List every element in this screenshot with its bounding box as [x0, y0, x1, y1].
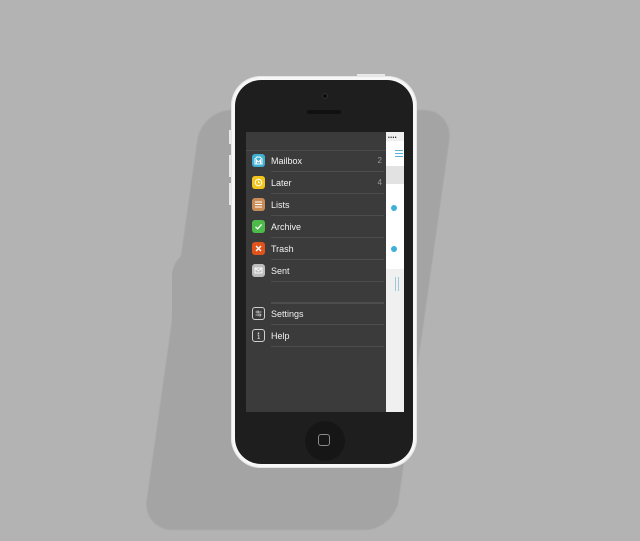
- side-button: [229, 155, 231, 177]
- sidebar-item-sent[interactable]: Sent: [250, 260, 386, 282]
- sidebar-item-label: Settings: [271, 308, 304, 319]
- sidebar-item-settings[interactable]: Settings: [250, 303, 386, 325]
- sidebar-spacer-row: [250, 282, 386, 304]
- sidebar-item-label: Archive: [271, 221, 302, 232]
- sidebar-item-label: Later: [271, 177, 292, 188]
- divider: [395, 277, 396, 291]
- side-button: [229, 130, 231, 144]
- sidebar-item-mailbox[interactable]: Mailbox 2: [250, 150, 386, 172]
- divider: [398, 277, 399, 291]
- clock-icon: [252, 176, 265, 189]
- sidebar-item-help[interactable]: Help: [250, 325, 386, 347]
- unread-dot-icon: [391, 205, 397, 211]
- sidebar-item-label: Trash: [271, 243, 294, 254]
- list-icon: [252, 198, 265, 211]
- sidebar-item-trash[interactable]: Trash: [250, 238, 386, 260]
- sidebar-menu: Mailbox 2 Later 4 Lists Archive Trash Se…: [246, 132, 386, 412]
- x-icon: [252, 242, 265, 255]
- mailbox-panel-peek[interactable]: ••••: [386, 132, 404, 412]
- phone-screen: Mailbox 2 Later 4 Lists Archive Trash Se…: [246, 132, 404, 412]
- sidebar-item-label: Lists: [271, 199, 290, 210]
- camera-icon: [322, 93, 328, 99]
- sidebar-item-lists[interactable]: Lists: [250, 194, 386, 216]
- checkmark-icon: [252, 220, 265, 233]
- hamburger-menu-icon[interactable]: [395, 150, 403, 159]
- message-list: [386, 184, 404, 269]
- info-icon: [252, 329, 265, 342]
- sidebar-item-archive[interactable]: Archive: [250, 216, 386, 238]
- sliders-icon: [252, 307, 265, 320]
- mailbox-icon: [252, 154, 265, 167]
- divider: [271, 346, 384, 347]
- unread-dot-icon: [391, 246, 397, 252]
- top-button: [357, 74, 385, 76]
- list-header: [386, 166, 404, 184]
- sidebar-item-label: Sent: [271, 265, 290, 276]
- sidebar-item-later[interactable]: Later 4: [250, 172, 386, 194]
- unread-count: 2: [377, 156, 382, 165]
- home-square-icon: [318, 434, 330, 446]
- sidebar-item-label: Mailbox: [271, 155, 303, 166]
- later-count: 4: [377, 178, 382, 187]
- sidebar-item-label: Help: [271, 330, 290, 341]
- envelope-icon: [252, 264, 265, 277]
- speaker-grille: [307, 110, 341, 114]
- side-button: [229, 183, 231, 205]
